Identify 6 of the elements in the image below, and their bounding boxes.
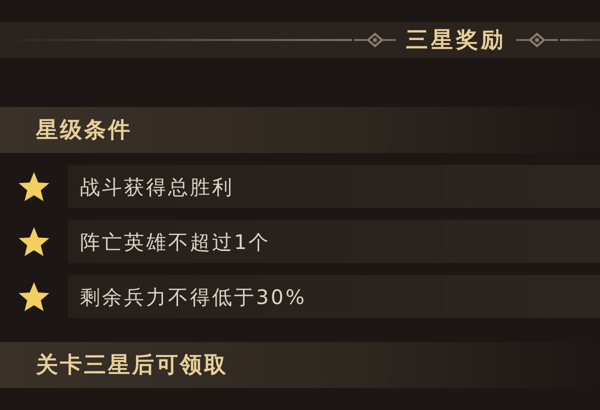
condition-text: 剩余兵力不得低于30% [68,275,600,318]
panel-title: 三星奖励 [405,26,507,54]
ornament-icon [516,32,560,48]
ornament-icon [352,32,396,48]
condition-text: 阵亡英雄不超过1个 [68,220,600,263]
condition-text: 战斗获得总胜利 [68,165,600,208]
